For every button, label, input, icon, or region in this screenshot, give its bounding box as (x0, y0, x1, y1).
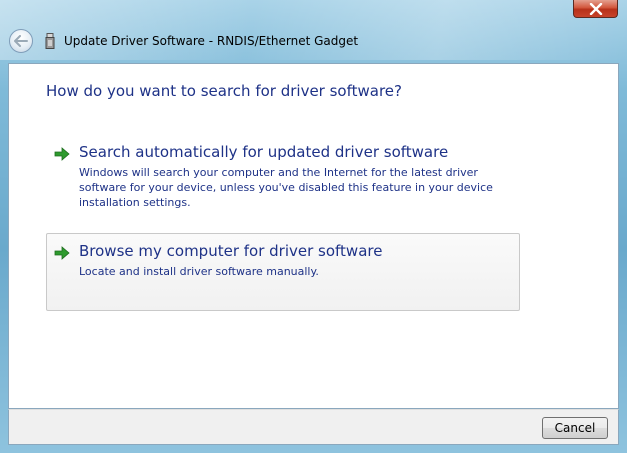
green-arrow-icon (54, 147, 70, 161)
cancel-button[interactable]: Cancel (542, 417, 608, 439)
search-automatically-option[interactable]: Search automatically for updated driver … (46, 134, 520, 214)
close-icon (589, 2, 602, 15)
usb-device-icon (45, 33, 55, 49)
browse-computer-option[interactable]: Browse my computer for driver software L… (46, 233, 520, 311)
green-arrow-icon (54, 246, 70, 260)
option-title: Browse my computer for driver software (79, 242, 383, 260)
window-title: Update Driver Software - RNDIS/Ethernet … (64, 34, 359, 48)
back-arrow-icon (14, 35, 28, 47)
option-title: Search automatically for updated driver … (79, 143, 449, 161)
client-area: How do you want to search for driver sof… (8, 63, 619, 409)
option-description: Locate and install driver software manua… (79, 265, 319, 278)
back-button[interactable] (9, 29, 33, 53)
option-description: Windows will search your computer and th… (79, 166, 493, 209)
page-heading: How do you want to search for driver sof… (46, 82, 402, 100)
dialog-footer: Cancel (8, 409, 619, 445)
close-button[interactable] (573, 0, 618, 18)
